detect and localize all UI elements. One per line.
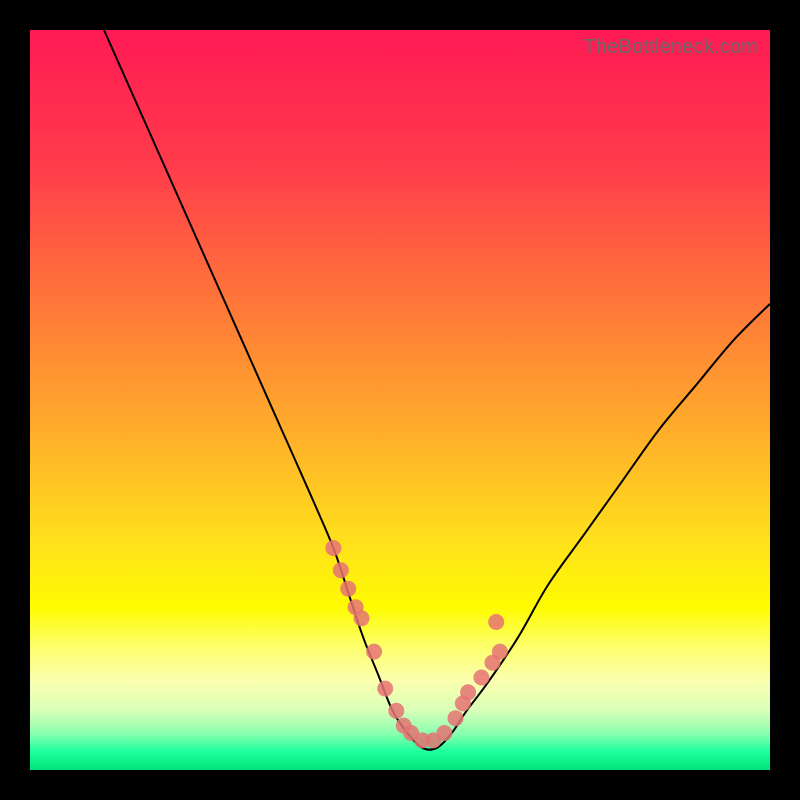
data-dot: [366, 644, 382, 660]
data-dot: [473, 670, 489, 686]
data-dot: [377, 681, 393, 697]
data-dot: [354, 610, 370, 626]
data-dot: [436, 725, 452, 741]
data-dot: [492, 644, 508, 660]
chart-frame: TheBottleneck.com: [30, 30, 770, 770]
plot-area: TheBottleneck.com: [30, 30, 770, 770]
data-dot: [325, 540, 341, 556]
data-dot: [340, 581, 356, 597]
data-dots: [325, 540, 508, 748]
data-dot: [460, 684, 476, 700]
data-dot: [448, 710, 464, 726]
data-dot: [388, 703, 404, 719]
data-dot: [488, 614, 504, 630]
data-dot: [333, 562, 349, 578]
bottleneck-curve: [104, 30, 770, 750]
curve-layer: [30, 30, 770, 770]
